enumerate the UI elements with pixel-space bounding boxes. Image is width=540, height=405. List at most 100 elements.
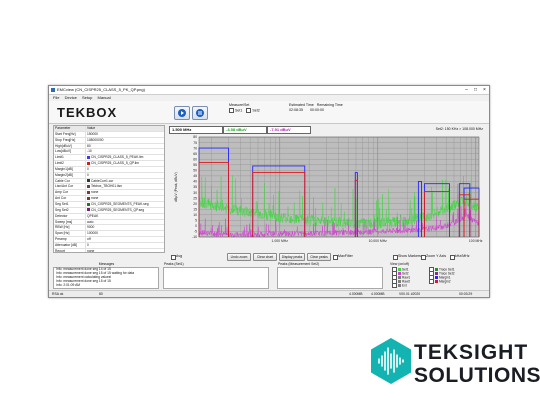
clear-chart-button[interactable]: Clear chart — [253, 253, 277, 261]
parameter-name: Seg Set1 — [54, 201, 86, 207]
color-swatch-icon — [87, 190, 90, 194]
status-left: RSA ok — [52, 292, 64, 296]
estimated-time-value: 02:08:35 — [289, 108, 303, 112]
peaks-set1-box[interactable] — [163, 267, 269, 289]
view-option[interactable]: Margin2 — [429, 279, 451, 284]
parameter-value-cell[interactable]: 9000 — [86, 225, 164, 230]
spectrum-chart-svg[interactable]: 80757065605550454035302520151050-5-101.0… — [169, 133, 485, 250]
y-tick-label: 45 — [193, 174, 197, 178]
parameter-name: Start Freq[Hz] — [54, 131, 86, 137]
parameter-name: RBW [Hz] — [54, 225, 86, 231]
parameter-value-cell[interactable]: CN_CISPR25_CLASS_5_PEAK.lim — [86, 155, 164, 160]
parameter-value: QPEAK — [87, 213, 99, 218]
window-title: EMCview (CN_CISPR25_CLASS_5_PK_QP.png) — [57, 87, 145, 92]
display-peaks-button[interactable]: Display peaks — [279, 253, 305, 261]
parameter-name: Margin2[dB] — [54, 172, 86, 178]
parameter-value-cell[interactable]: CN_CISPR25_SEGMENTS_PEAK.seg — [86, 202, 164, 207]
set2-label: Set2 — [252, 108, 260, 113]
y-tick-label: 35 — [193, 185, 197, 189]
view-checkbox[interactable] — [429, 279, 434, 284]
khz-mhz-label: kHz/MHz — [455, 254, 470, 258]
y-tick-label: 80 — [193, 135, 197, 139]
parameter-name: Limit1 — [54, 155, 86, 161]
value-header: Value — [87, 126, 96, 130]
parameter-value-cell[interactable]: 0 — [86, 173, 164, 178]
parameter-value-cell[interactable]: Tekbox_TBOH01.lisn — [86, 184, 164, 189]
y-tick-label: -5 — [194, 230, 197, 234]
parameter-value: off — [87, 237, 91, 242]
title-bar: EMCview (CN_CISPR25_CLASS_5_PK_QP.png) –… — [49, 86, 489, 95]
color-swatch-icon — [87, 161, 90, 165]
parameter-value-cell[interactable]: none — [86, 190, 164, 195]
parameter-value-cell[interactable]: CN_CISPR25_CLASS_5_QP.lim — [86, 161, 164, 166]
set2-checkbox[interactable] — [246, 108, 252, 113]
menu-device[interactable]: Device — [65, 95, 77, 100]
parameter-value-cell[interactable]: off — [86, 237, 164, 242]
clear-peaks-button[interactable]: Clear peaks — [307, 253, 331, 261]
color-swatch-icon — [87, 185, 90, 189]
peaks-set2-box[interactable] — [277, 267, 383, 289]
estimated-time-label: Estimated Time — [289, 103, 314, 107]
maximize-icon[interactable]: □ — [471, 86, 480, 94]
menu-manual[interactable]: Manual — [98, 95, 111, 100]
parameter-value-cell[interactable]: 150000 — [86, 132, 164, 137]
parameter-name: Cable Cor — [54, 178, 86, 184]
y-tick-label: 65 — [193, 152, 197, 156]
set1-checkbox[interactable] — [229, 108, 234, 113]
remaining-time-label: Remaining Time — [316, 103, 343, 107]
parameter-value-cell[interactable]: none — [86, 196, 164, 201]
menu-setup[interactable]: Setup — [82, 95, 92, 100]
pause-button[interactable] — [192, 106, 208, 120]
menu-file[interactable]: File — [53, 95, 59, 100]
view-checkbox[interactable] — [392, 283, 397, 288]
messages-box[interactable]: Info: measurement done seg 14 of 15 Info… — [53, 267, 159, 289]
parameter-value: none — [91, 190, 99, 195]
x-tick-label: 100 MHz — [469, 239, 483, 243]
parameter-value-cell[interactable]: auto — [86, 220, 164, 225]
play-button[interactable] — [174, 106, 190, 120]
parameter-value-cell[interactable]: 100000 — [86, 231, 164, 236]
close-icon[interactable]: × — [480, 86, 489, 94]
emcview-window: EMCview (CN_CISPR25_CLASS_5_PK_QP.png) –… — [48, 85, 490, 298]
parameter-value-cell[interactable]: 108000000 — [86, 138, 164, 143]
parameter-name: Span [Hz] — [54, 231, 86, 237]
parameter-value-cell[interactable]: CN_CISPR25_SEGMENTS_QP.seg — [86, 208, 164, 213]
parameter-value: -10 — [87, 149, 92, 154]
parameter-value-cell[interactable]: 80 — [86, 144, 164, 149]
y-tick-label: 20 — [193, 202, 197, 206]
status-memory-2: 4.000MB — [371, 292, 385, 296]
avg-label: Avg — [176, 254, 183, 258]
parameter-value: 0 — [87, 166, 89, 171]
parameter-row[interactable]: Report none — [54, 248, 164, 252]
marker-bar: 1.500 MHz -3.58 dBuV -7.91 dBuV Set2: 15… — [169, 125, 485, 134]
y-tick-label: 15 — [193, 207, 197, 211]
parameter-name: Amp Cor — [54, 190, 86, 196]
y-tick-label: 50 — [193, 169, 197, 173]
parameter-value-cell[interactable]: 0 — [86, 167, 164, 172]
parameter-name: Report — [54, 248, 86, 252]
y-tick-label: 75 — [193, 141, 197, 145]
parameter-value-cell[interactable]: none — [86, 249, 164, 252]
view-option[interactable]: Ext — [392, 283, 407, 288]
parameter-name: Attenuator [dB] — [54, 242, 86, 248]
parameter-value-cell[interactable]: 0 — [86, 243, 164, 248]
y-tick-label: 70 — [193, 146, 197, 150]
show-markers-label: Show Markers — [398, 254, 421, 258]
view-option-label: Margin2 — [439, 279, 451, 284]
undo-zoom-button[interactable]: Undo zoom — [227, 253, 251, 261]
messages-panel: Messages Info: measurement done seg 14 o… — [53, 262, 159, 289]
parameter-value-cell[interactable]: -10 — [86, 149, 164, 154]
y-tick-label: -10 — [192, 235, 197, 239]
parameter-value-cell[interactable]: QPEAK — [86, 214, 164, 219]
peaks-set2-panel: Peaks (Measurement Set2) — [277, 262, 383, 289]
app-icon — [51, 88, 55, 92]
spectrum-chart[interactable]: 80 75 70 65 60 55 50 45 40 35 30 25 20 15 10 5 0 -5 -10 1.0… — [169, 133, 485, 250]
parameter-value-cell[interactable]: CableCorr1.cor — [86, 179, 164, 184]
color-swatch-icon — [398, 284, 401, 287]
parameter-name: Seg Set2 — [54, 207, 86, 213]
x-tick-label: 10.000 MHz — [369, 239, 388, 243]
parameter-value: 9000 — [87, 225, 95, 230]
minimize-icon[interactable]: – — [462, 86, 471, 94]
parameter-value: CableCorr1.cor — [91, 178, 114, 183]
parameter-value: 80 — [87, 143, 91, 148]
